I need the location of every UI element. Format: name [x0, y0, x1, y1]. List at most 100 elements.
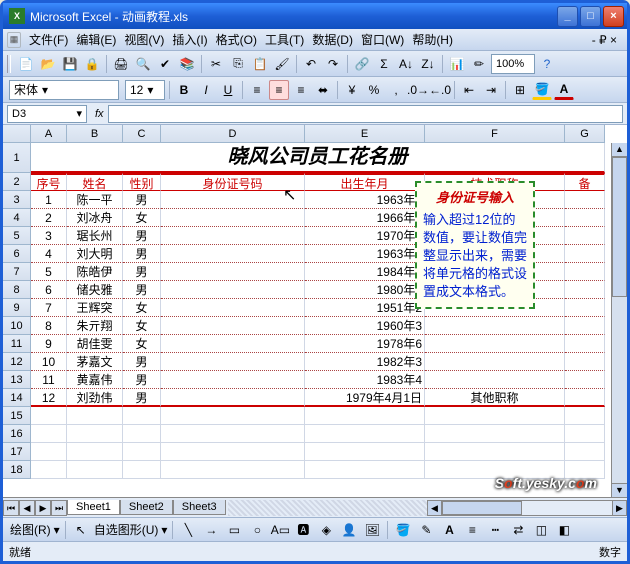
arrow-button[interactable]: → [201, 520, 221, 540]
cell-name[interactable]: 刘大明 [67, 245, 123, 263]
menu-view[interactable]: 视图(V) [120, 29, 168, 50]
help-button[interactable]: ? [537, 54, 557, 74]
cell-id[interactable] [161, 209, 305, 227]
cell-id[interactable] [161, 353, 305, 371]
cell-birth[interactable]: 1963年2 [305, 245, 425, 263]
cell-note[interactable] [565, 317, 605, 335]
row-header[interactable]: 10 [3, 317, 31, 335]
cell-sex[interactable]: 女 [123, 299, 161, 317]
cell-no[interactable]: 1 [31, 191, 67, 209]
cell-sex[interactable]: 女 [123, 209, 161, 227]
textbox-button[interactable]: A▭ [270, 520, 290, 540]
cell-birth[interactable]: 1963年4 [305, 191, 425, 209]
excel-small-icon[interactable]: ▦ [7, 32, 21, 48]
menu-insert[interactable]: 插入(I) [168, 29, 211, 50]
menu-window[interactable]: 窗口(W) [357, 29, 408, 50]
undo-button[interactable]: ↶ [301, 54, 321, 74]
cell-id[interactable] [161, 317, 305, 335]
comma-button[interactable]: , [386, 80, 406, 100]
italic-button[interactable]: I [196, 80, 216, 100]
col-header-a[interactable]: A [31, 125, 67, 143]
title-cell[interactable]: 晓风公司员工花名册 [31, 143, 605, 173]
3d-button[interactable]: ◧ [554, 520, 574, 540]
row-header[interactable]: 15 [3, 407, 31, 425]
align-right-button[interactable]: ≡ [291, 80, 311, 100]
oval-button[interactable]: ○ [247, 520, 267, 540]
rect-button[interactable]: ▭ [224, 520, 244, 540]
cell-note[interactable] [565, 281, 605, 299]
font-field[interactable]: 宋体▾ [9, 80, 119, 100]
chart-button[interactable]: 📊 [447, 54, 467, 74]
cell-note[interactable] [565, 209, 605, 227]
preview-button[interactable]: 🔍 [133, 54, 153, 74]
borders-button[interactable]: ⊞ [510, 80, 530, 100]
formula-input[interactable] [108, 105, 623, 123]
sort-asc-button[interactable]: A↓ [396, 54, 416, 74]
cell-sex[interactable]: 男 [123, 227, 161, 245]
minimize-button[interactable]: _ [557, 6, 578, 27]
fx-button[interactable]: fx [95, 108, 104, 120]
dash-style-button[interactable]: ┅ [485, 520, 505, 540]
row-header[interactable]: 7 [3, 263, 31, 281]
cell-note[interactable] [565, 389, 605, 407]
cell-no[interactable]: 4 [31, 245, 67, 263]
cell-birth[interactable]: 1983年4 [305, 371, 425, 389]
spell-button[interactable]: ✔ [155, 54, 175, 74]
cell-id[interactable] [161, 245, 305, 263]
hdr-name[interactable]: 姓名 [67, 173, 123, 191]
format-painter-button[interactable]: 🖌 [272, 54, 292, 74]
hdr-note[interactable]: 备 [565, 173, 605, 191]
tab-last-button[interactable]: ⏭ [51, 500, 67, 516]
cell-id[interactable] [161, 299, 305, 317]
cell-note[interactable] [565, 353, 605, 371]
tab-sheet3[interactable]: Sheet3 [173, 500, 226, 515]
cell-sex[interactable]: 男 [123, 245, 161, 263]
tab-prev-button[interactable]: ◀ [19, 500, 35, 516]
cell-birth[interactable]: 1978年6 [305, 335, 425, 353]
tab-first-button[interactable]: ⏮ [3, 500, 19, 516]
copy-button[interactable]: ⎘ [228, 54, 248, 74]
cell-note[interactable] [565, 245, 605, 263]
select-all-corner[interactable] [3, 125, 31, 143]
open-button[interactable]: 📂 [38, 54, 58, 74]
col-header-d[interactable]: D [161, 125, 305, 143]
cell-note[interactable] [565, 191, 605, 209]
zoom-field[interactable]: 100% [491, 54, 535, 74]
inc-decimal-button[interactable]: .0→ [408, 80, 428, 100]
wordart-button[interactable]: 🅰 [293, 520, 313, 540]
row-header[interactable]: 18 [3, 461, 31, 479]
research-button[interactable]: 📚 [177, 54, 197, 74]
cell-birth[interactable]: 1960年3 [305, 317, 425, 335]
tab-sheet1[interactable]: Sheet1 [67, 500, 120, 515]
vertical-scrollbar[interactable]: ▲ ▼ [611, 143, 627, 497]
cell-birth[interactable]: 1980年5 [305, 281, 425, 299]
cell-id[interactable] [161, 371, 305, 389]
arrow-style-button[interactable]: ⇄ [508, 520, 528, 540]
line-button[interactable]: ╲ [178, 520, 198, 540]
cell-note[interactable] [565, 263, 605, 281]
row-header[interactable]: 3 [3, 191, 31, 209]
hdr-sex[interactable]: 性别 [123, 173, 161, 191]
cell-name[interactable]: 黄嘉伟 [67, 371, 123, 389]
cell-title[interactable] [425, 335, 565, 353]
autoshapes-menu[interactable]: 自选图形(U) [94, 521, 159, 538]
clipart-button[interactable]: 👤 [339, 520, 359, 540]
print-button[interactable]: 🖨 [111, 54, 131, 74]
cell-title[interactable]: 其他职称 [425, 389, 565, 407]
font-color-button[interactable]: A [554, 80, 574, 100]
cell-title[interactable] [425, 353, 565, 371]
cell-birth[interactable]: 1970年8 [305, 227, 425, 245]
cell-sex[interactable]: 男 [123, 281, 161, 299]
cell-name[interactable]: 陈皓伊 [67, 263, 123, 281]
cell-note[interactable] [565, 299, 605, 317]
cell-birth[interactable]: 1966年8 [305, 209, 425, 227]
cell-name[interactable]: 刘劲伟 [67, 389, 123, 407]
save-button[interactable]: 💾 [60, 54, 80, 74]
tab-next-button[interactable]: ▶ [35, 500, 51, 516]
percent-button[interactable]: % [364, 80, 384, 100]
cell-birth[interactable]: 1951年2 [305, 299, 425, 317]
cell-sex[interactable]: 男 [123, 263, 161, 281]
cut-button[interactable]: ✂ [206, 54, 226, 74]
redo-button[interactable]: ↷ [323, 54, 343, 74]
menu-data[interactable]: 数据(D) [308, 29, 357, 50]
